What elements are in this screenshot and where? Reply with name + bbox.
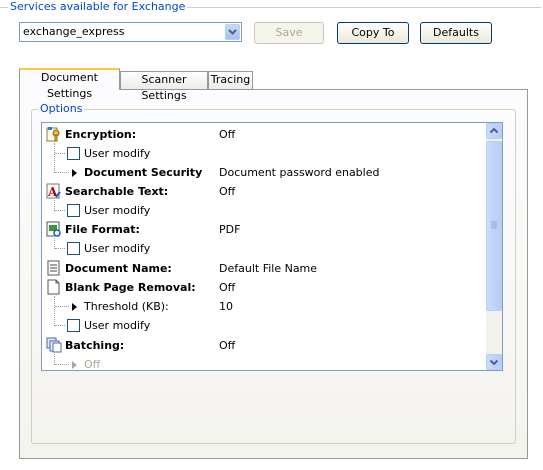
option-label: Searchable Text: bbox=[65, 185, 169, 198]
scroll-thumb[interactable] bbox=[486, 141, 502, 311]
tab-tracing[interactable]: Tracing bbox=[208, 71, 253, 89]
grip-lines-icon bbox=[491, 221, 497, 229]
tab-document-settings[interactable]: Document Settings bbox=[19, 68, 120, 100]
lock-key-icon bbox=[46, 126, 62, 142]
option-value: Default File Name bbox=[219, 262, 318, 275]
option-value: Off bbox=[219, 281, 236, 294]
option-value: Document password enabled bbox=[219, 166, 380, 179]
option-label: Batching: bbox=[65, 339, 125, 352]
blank-page-icon bbox=[46, 279, 62, 295]
defaults-button[interactable]: Defaults bbox=[420, 22, 492, 44]
option-label: User modify bbox=[84, 204, 151, 217]
option-file-format[interactable]: File Format: PDF bbox=[42, 220, 487, 239]
option-user-modify[interactable]: User modify bbox=[42, 239, 487, 258]
option-label: Off bbox=[84, 358, 101, 371]
caret-right-icon bbox=[72, 361, 77, 369]
option-encryption[interactable]: Encryption: Off bbox=[42, 125, 487, 144]
text-a-icon: A bbox=[46, 183, 62, 199]
save-button[interactable]: Save bbox=[254, 22, 324, 44]
batch-pages-icon bbox=[46, 337, 62, 353]
chevron-up-icon bbox=[489, 127, 499, 134]
option-value: Off bbox=[219, 185, 236, 198]
option-label: Encryption: bbox=[65, 128, 137, 141]
user-modify-checkbox[interactable] bbox=[67, 204, 80, 217]
option-blank-page-removal[interactable]: Blank Page Removal: Off bbox=[42, 278, 487, 297]
tab-scanner-settings[interactable]: Scanner Settings bbox=[120, 71, 208, 102]
caret-right-icon bbox=[72, 303, 77, 311]
option-label: File Format: bbox=[65, 223, 140, 236]
option-user-modify[interactable]: User modify bbox=[42, 144, 487, 163]
options-list[interactable]: Encryption: Off User modify Document Sec… bbox=[41, 122, 503, 371]
copy-to-button[interactable]: Copy To bbox=[337, 22, 409, 44]
vertical-scrollbar[interactable] bbox=[486, 123, 502, 370]
document-image-icon bbox=[46, 221, 62, 237]
chevron-down-icon bbox=[489, 359, 499, 366]
option-user-modify[interactable]: User modify bbox=[42, 316, 487, 335]
option-value: Off bbox=[219, 128, 236, 141]
option-label: Document Name: bbox=[65, 262, 172, 275]
option-label: User modify bbox=[84, 147, 151, 160]
option-label: User modify bbox=[84, 242, 151, 255]
chevron-down-icon[interactable] bbox=[225, 24, 240, 40]
service-combo[interactable]: exchange_express bbox=[19, 22, 242, 42]
option-value: PDF bbox=[219, 223, 241, 236]
options-legend: Options bbox=[38, 102, 85, 116]
option-label: Threshold (KB): bbox=[84, 300, 169, 313]
option-user-modify[interactable]: User modify bbox=[42, 201, 487, 220]
option-value: Off bbox=[219, 339, 236, 352]
option-label: Blank Page Removal: bbox=[65, 281, 196, 294]
caret-right-icon bbox=[72, 169, 77, 177]
option-label: Document Security bbox=[84, 166, 203, 179]
option-value: 10 bbox=[219, 300, 233, 313]
option-document-name[interactable]: Document Name: Default File Name bbox=[42, 259, 487, 278]
option-batching[interactable]: Batching: Off bbox=[42, 336, 487, 355]
service-combo-value: exchange_express bbox=[23, 25, 125, 38]
scroll-down-button[interactable] bbox=[486, 354, 502, 370]
user-modify-checkbox[interactable] bbox=[67, 242, 80, 255]
option-label: User modify bbox=[84, 319, 151, 332]
document-lines-icon bbox=[46, 260, 62, 276]
scroll-up-button[interactable] bbox=[486, 123, 502, 139]
option-threshold[interactable]: Threshold (KB): 10 bbox=[42, 297, 487, 316]
user-modify-checkbox[interactable] bbox=[67, 319, 80, 332]
option-batching-sub[interactable]: Off bbox=[42, 355, 487, 371]
option-document-security[interactable]: Document Security Document password enab… bbox=[42, 163, 487, 182]
services-group-legend: Services available for Exchange bbox=[8, 0, 188, 14]
user-modify-checkbox[interactable] bbox=[67, 147, 80, 160]
option-searchable-text[interactable]: A Searchable Text: Off bbox=[42, 182, 487, 201]
